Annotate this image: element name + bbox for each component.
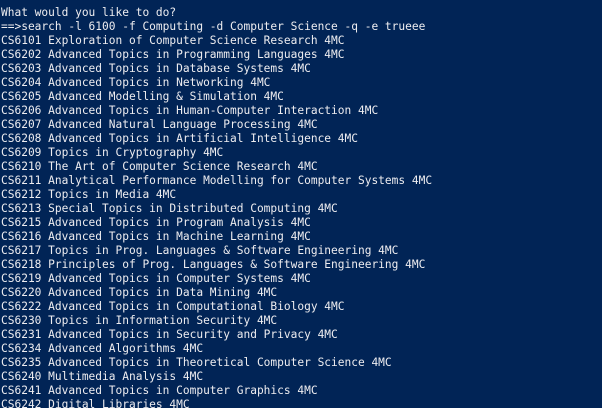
result-line: CS6231 Advanced Topics in Security and P… — [1, 328, 338, 341]
result-line: CS6234 Advanced Algorithms 4MC — [1, 342, 204, 355]
result-line: CS6219 Advanced Topics in Computer Syste… — [1, 272, 311, 285]
result-line: CS6235 Advanced Topics in Theoretical Co… — [1, 356, 392, 369]
result-line: CS6202 Advanced Topics in Programming La… — [1, 48, 345, 61]
result-line: CS6205 Advanced Modelling & Simulation 4… — [1, 90, 284, 103]
command-line[interactable]: ==>search -l 6100 -f Computing -d Comput… — [1, 20, 602, 34]
result-line: CS6213 Special Topics in Distributed Com… — [1, 202, 338, 215]
result-line: CS6212 Topics in Media 4MC — [1, 188, 177, 201]
result-line: CS6240 Multimedia Analysis 4MC — [1, 370, 204, 383]
result-line: CS6208 Advanced Topics in Artificial Int… — [1, 132, 358, 145]
result-line: CS6218 Principles of Prog. Languages & S… — [1, 258, 426, 271]
result-line: CS6230 Topics in Information Security 4M… — [1, 314, 278, 327]
result-line: CS6211 Analytical Performance Modelling … — [1, 174, 433, 187]
result-line: CS6216 Advanced Topics in Machine Learni… — [1, 230, 311, 243]
result-line: CS6101 Exploration of Computer Science R… — [1, 34, 345, 47]
result-line: CS6220 Advanced Topics in Data Mining 4M… — [1, 286, 278, 299]
result-line: CS6242 Digital Libraries 4MC — [1, 398, 190, 408]
result-line: CS6204 Advanced Topics in Networking 4MC — [1, 76, 271, 89]
result-line: CS6217 Topics in Prog. Languages & Softw… — [1, 244, 399, 257]
search-results-list: CS6101 Exploration of Computer Science R… — [1, 34, 602, 408]
result-line: CS6207 Advanced Natural Language Process… — [1, 118, 318, 131]
result-line: CS6206 Advanced Topics in Human-Computer… — [1, 104, 379, 117]
result-line: CS6210 The Art of Computer Science Resea… — [1, 160, 318, 173]
prompt-text: What would you like to do? — [1, 6, 177, 19]
result-line: CS6222 Advanced Topics in Computational … — [1, 300, 345, 313]
result-line: CS6215 Advanced Topics in Program Analys… — [1, 216, 311, 229]
result-line: CS6203 Advanced Topics in Database Syste… — [1, 62, 311, 75]
result-line: CS6241 Advanced Topics in Computer Graph… — [1, 384, 318, 397]
result-line: CS6209 Topics in Cryptography 4MC — [1, 146, 224, 159]
terminal-console[interactable]: What would you like to do? ==>search -l … — [0, 0, 602, 408]
